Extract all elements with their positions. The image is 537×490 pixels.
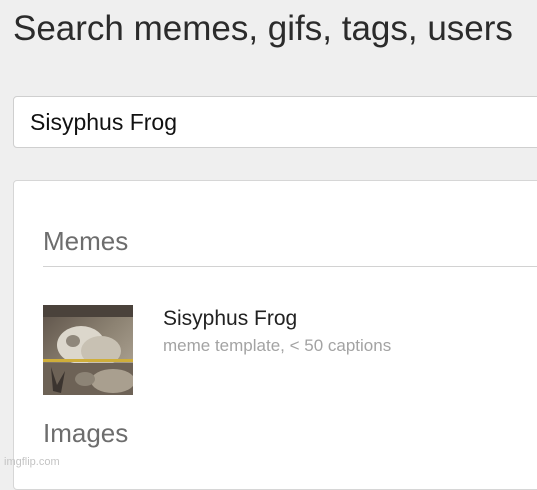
result-meta: meme template, < 50 captions <box>163 336 392 355</box>
meme-result-sisyphus-frog[interactable]: Sisyphus Frog meme template, < 50 captio… <box>43 305 537 397</box>
search-input[interactable] <box>13 96 537 148</box>
results-panel: Memes Sisyphus Frog meme template, < 50 … <box>13 180 537 490</box>
section-divider <box>43 266 537 267</box>
memes-section-heading: Memes <box>43 226 129 256</box>
frog-thumbnail-image <box>43 305 133 395</box>
watermark: imgflip.com <box>4 456 60 468</box>
meme-thumbnail[interactable] <box>43 305 133 395</box>
result-title[interactable]: Sisyphus Frog <box>163 307 297 331</box>
images-section-heading: Images <box>43 418 129 448</box>
page-title: Search memes, gifs, tags, users <box>13 9 513 48</box>
